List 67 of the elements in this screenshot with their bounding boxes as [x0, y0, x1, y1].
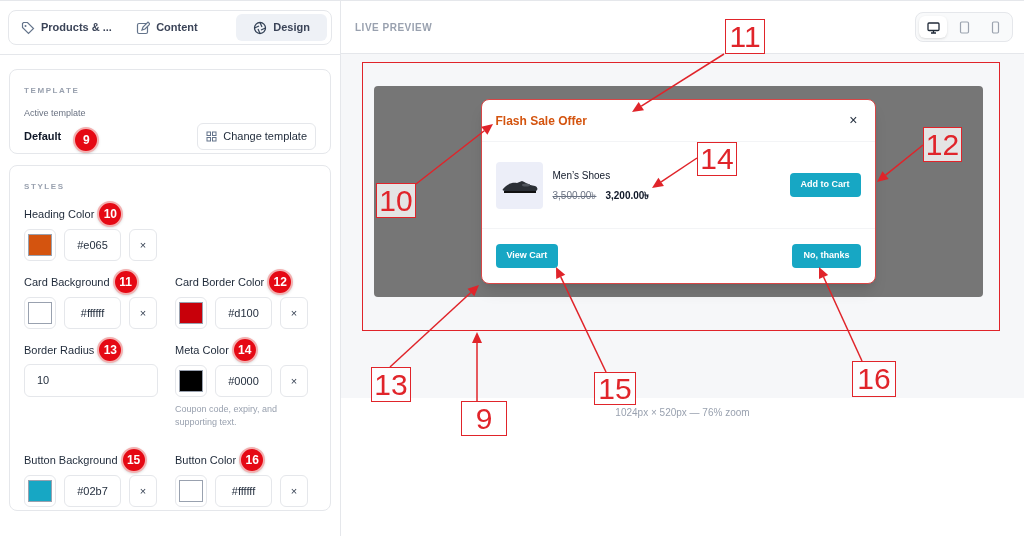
callout-label: 12: [923, 127, 962, 162]
hex-input[interactable]: #02b7: [64, 475, 121, 507]
hex-input[interactable]: #ffffff: [64, 297, 121, 329]
field-label: Heading Color: [24, 206, 95, 222]
number-badge: 16: [239, 447, 266, 473]
hex-input[interactable]: #ffffff: [215, 475, 272, 507]
number-badge: 15: [120, 447, 147, 473]
preview-caption: 1024px × 520px — 76% zoom: [615, 406, 750, 420]
number-badge: 11: [112, 269, 139, 295]
callout-label: 16: [852, 361, 896, 397]
clear-button[interactable]: ×: [129, 229, 157, 261]
popup-title: Flash Sale Offer: [495, 112, 587, 130]
grid-icon: [206, 130, 218, 142]
old-price: 3,500.00৳: [552, 188, 597, 203]
callout-label: 9: [461, 401, 507, 436]
field-label: Meta Color: [175, 342, 229, 358]
device-button[interactable]: [919, 16, 947, 38]
template-name: Default: [24, 129, 62, 145]
aperture-icon: [253, 20, 268, 35]
panel-title: LIVE PREVIEW: [355, 20, 433, 35]
number-badge: 9: [73, 126, 100, 153]
field-label: Button Color: [175, 452, 237, 468]
close-button[interactable]: ×: [849, 110, 858, 131]
color-picker[interactable]: [175, 297, 207, 329]
callout-arrow: [652, 157, 698, 188]
clear-button[interactable]: ×: [129, 475, 157, 507]
sale-price: 3,200.00৳: [605, 188, 650, 203]
tablet-icon: [957, 20, 971, 34]
clear-button[interactable]: ×: [280, 297, 308, 329]
color-picker[interactable]: [24, 297, 56, 329]
field-label: Card Border Color: [175, 274, 265, 290]
number-badge: 13: [97, 337, 124, 363]
section-title: STYLES: [24, 181, 66, 193]
callout-label: 15: [594, 372, 636, 405]
callout-label: 11: [725, 19, 765, 54]
number-badge: 12: [267, 269, 294, 295]
clear-button[interactable]: ×: [129, 297, 157, 329]
hex-input[interactable]: #d100: [215, 297, 272, 329]
callout-label: 14: [697, 142, 737, 176]
tab[interactable]: Design: [236, 14, 327, 41]
tab[interactable]: Products & ...: [13, 14, 122, 41]
tab[interactable]: Content: [125, 14, 209, 41]
color-picker[interactable]: [175, 475, 207, 507]
field-caption: Active template: [24, 107, 87, 120]
field-label: Border Radius: [24, 342, 95, 358]
clear-button[interactable]: ×: [280, 365, 308, 397]
callout-arrow: [877, 144, 924, 182]
product-name: Men’s Shoes: [552, 168, 612, 183]
color-picker[interactable]: [24, 475, 56, 507]
number-input[interactable]: 10: [24, 364, 158, 397]
callout-label: 13: [371, 367, 411, 402]
help-text: Coupon code, expiry, and supporting text.: [175, 403, 278, 429]
change-template-button[interactable]: Change template: [197, 122, 316, 150]
monitor-icon: [926, 20, 940, 34]
color-picker[interactable]: [175, 365, 207, 397]
callout-label: 10: [376, 183, 416, 218]
hex-input[interactable]: #0000: [215, 365, 272, 397]
number-badge: 14: [231, 337, 258, 363]
clear-button[interactable]: ×: [280, 475, 308, 507]
hex-input[interactable]: #e065: [64, 229, 121, 261]
number-badge: 10: [97, 201, 124, 227]
section-title: TEMPLATE: [24, 85, 81, 97]
field-label: Card Background: [24, 274, 110, 290]
edit-icon: [136, 20, 151, 35]
field-label: Button Background: [24, 452, 118, 468]
color-picker[interactable]: [24, 229, 56, 261]
tag-icon: [21, 20, 35, 35]
